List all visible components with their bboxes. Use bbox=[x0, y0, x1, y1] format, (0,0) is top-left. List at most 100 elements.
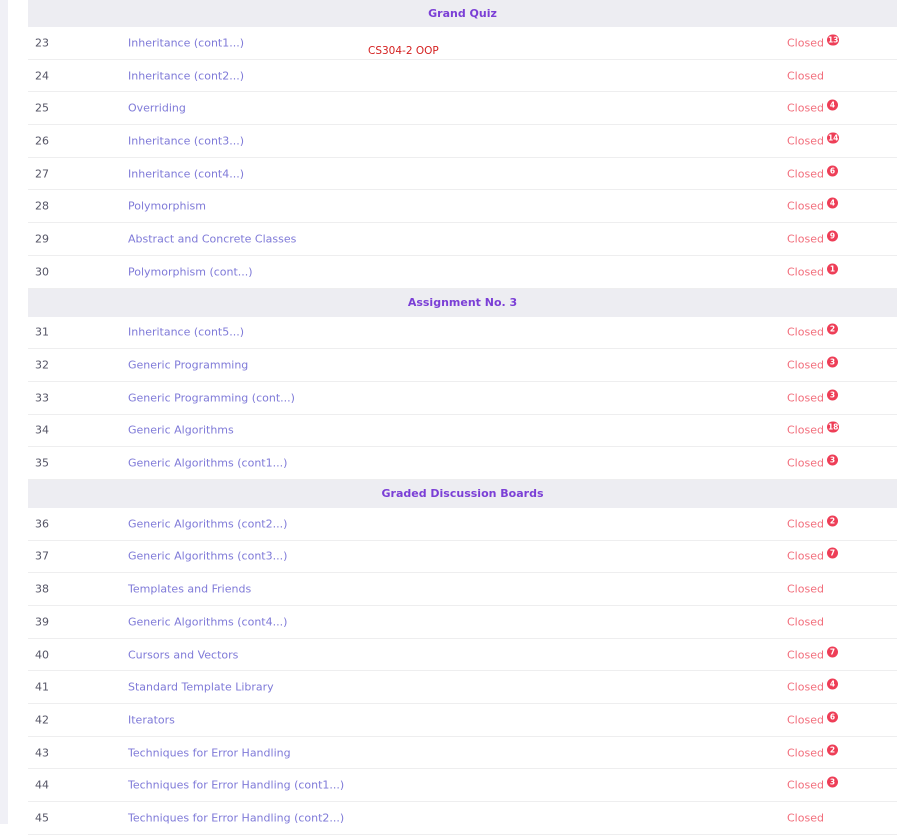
lesson-number: 34 bbox=[35, 423, 49, 437]
status-text: Closed bbox=[787, 199, 824, 213]
lesson-number: 30 bbox=[35, 265, 49, 279]
status-text: Closed bbox=[787, 615, 824, 629]
status-text: Closed bbox=[787, 713, 824, 727]
lesson-title-link[interactable]: Inheritance (cont2...) bbox=[128, 69, 244, 82]
notification-count-badge: 6 bbox=[826, 711, 838, 723]
lesson-title-link[interactable]: Techniques for Error Handling bbox=[128, 746, 291, 759]
lesson-title-link[interactable]: Iterators bbox=[128, 713, 175, 726]
lesson-number: 42 bbox=[35, 713, 49, 727]
status-text: Closed bbox=[787, 648, 824, 662]
lesson-title-link[interactable]: Generic Algorithms (cont4...) bbox=[128, 615, 287, 628]
lesson-title-link[interactable]: Polymorphism (cont...) bbox=[128, 265, 253, 278]
lesson-title-link[interactable]: Cursors and Vectors bbox=[128, 648, 238, 661]
notification-count-badge: 7 bbox=[826, 547, 838, 559]
lesson-number: 43 bbox=[35, 746, 49, 760]
lesson-title-link[interactable]: Techniques for Error Handling (cont2...) bbox=[128, 811, 344, 824]
status-text: Closed bbox=[787, 746, 824, 760]
lesson-status: Closed 7 bbox=[787, 646, 838, 662]
lesson-number: 24 bbox=[35, 69, 49, 83]
lesson-status: Closed bbox=[787, 615, 824, 628]
lesson-status: Closed 2 bbox=[787, 515, 838, 530]
notification-count-badge: 4 bbox=[826, 197, 838, 209]
lesson-title-link[interactable]: Polymorphism bbox=[128, 200, 206, 213]
lesson-row: 30 Polymorphism (cont...) Closed 1 bbox=[28, 256, 897, 289]
lesson-status: Closed 4 bbox=[787, 99, 838, 115]
lesson-row: 36 Generic Algorithms (cont2...) Closed 2 bbox=[28, 508, 897, 541]
lesson-status: Closed 9 bbox=[787, 230, 838, 246]
lesson-row: 39 Generic Algorithms (cont4...) Closed bbox=[28, 606, 897, 639]
lesson-title-link[interactable]: Inheritance (cont3...) bbox=[128, 134, 244, 147]
lesson-status: Closed 14 bbox=[787, 132, 840, 147]
status-text: Closed bbox=[787, 36, 824, 50]
notification-count-badge: 1 bbox=[826, 263, 838, 275]
lesson-title-link[interactable]: Generic Programming (cont...) bbox=[128, 391, 295, 404]
lesson-status: Closed 6 bbox=[787, 711, 838, 727]
lesson-number: 27 bbox=[35, 167, 49, 181]
lesson-status: Closed 4 bbox=[787, 197, 838, 213]
notification-count-badge: 3 bbox=[826, 454, 838, 466]
lesson-row: 29 Abstract and Concrete Classes Closed 9 bbox=[28, 223, 897, 256]
lesson-title-link[interactable]: Generic Algorithms (cont1...) bbox=[128, 457, 287, 470]
status-text: Closed bbox=[787, 265, 824, 279]
notification-count-badge: 18 bbox=[826, 421, 840, 433]
status-text: Closed bbox=[787, 232, 824, 246]
lesson-title-link[interactable]: Generic Algorithms (cont2...) bbox=[128, 517, 287, 530]
lesson-title-link[interactable]: Generic Algorithms bbox=[128, 424, 234, 437]
lesson-title-link[interactable]: Generic Algorithms (cont3...) bbox=[128, 550, 287, 563]
lesson-status: Closed 18 bbox=[787, 421, 840, 437]
notification-count-badge: 13 bbox=[826, 34, 840, 46]
lesson-status: Closed bbox=[787, 583, 824, 596]
lesson-number: 35 bbox=[35, 456, 49, 470]
lesson-number: 26 bbox=[35, 134, 49, 148]
lesson-status: Closed bbox=[787, 811, 824, 824]
lesson-status: Closed 1 bbox=[787, 263, 838, 279]
status-text: Closed bbox=[787, 69, 824, 83]
lesson-row: 33 Generic Programming (cont...) Closed 3 bbox=[28, 382, 897, 415]
lesson-number: 45 bbox=[35, 811, 49, 825]
lesson-title-link[interactable]: Overriding bbox=[128, 102, 186, 115]
lesson-row: 34 Generic Algorithms Closed 18 bbox=[28, 415, 897, 448]
status-text: Closed bbox=[787, 167, 824, 181]
lesson-row: 25 Overriding Closed 4 bbox=[28, 92, 897, 126]
course-tag: CS304-2 OOP bbox=[368, 45, 439, 57]
lesson-status: Closed bbox=[787, 69, 824, 82]
lesson-title-link[interactable]: Abstract and Concrete Classes bbox=[128, 232, 296, 245]
lesson-row: 41 Standard Template Library Closed 4 bbox=[28, 671, 897, 705]
status-text: Closed bbox=[787, 358, 824, 372]
lesson-title-link[interactable]: Inheritance (cont1...) bbox=[128, 36, 244, 49]
section-heading: Assignment No. 3 bbox=[28, 288, 897, 317]
notification-count-badge: 3 bbox=[826, 776, 838, 788]
lesson-number: 29 bbox=[35, 232, 49, 246]
lesson-row: 44 Techniques for Error Handling (cont1..… bbox=[28, 769, 897, 803]
notification-count-badge: 4 bbox=[826, 678, 838, 690]
left-rail bbox=[0, 0, 8, 824]
lesson-title-link[interactable]: Inheritance (cont5...) bbox=[128, 326, 244, 339]
status-text: Closed bbox=[787, 391, 824, 405]
lesson-row: 43 Techniques for Error Handling Closed 2 bbox=[28, 737, 897, 770]
lesson-row: 24 Inheritance (cont2...) Closed bbox=[28, 60, 897, 93]
lesson-number: 33 bbox=[35, 391, 49, 405]
lesson-status: Closed 3 bbox=[787, 356, 838, 372]
notification-count-badge: 4 bbox=[826, 99, 838, 111]
lesson-status: Closed 7 bbox=[787, 547, 838, 563]
lesson-title-link[interactable]: Generic Programming bbox=[128, 359, 248, 372]
notification-count-badge: 6 bbox=[826, 165, 838, 177]
lesson-title-link[interactable]: Techniques for Error Handling (cont1...) bbox=[128, 779, 344, 792]
lesson-status: Closed 3 bbox=[787, 776, 838, 792]
lesson-title-link[interactable]: Templates and Friends bbox=[128, 583, 251, 596]
lesson-title-link[interactable]: Inheritance (cont4...) bbox=[128, 167, 244, 180]
lesson-row: 31 Inheritance (cont5...) Closed 2 bbox=[28, 317, 897, 350]
lesson-status: Closed 2 bbox=[787, 323, 838, 339]
lesson-row: 40 Cursors and Vectors Closed 7 bbox=[28, 639, 897, 672]
status-text: Closed bbox=[787, 325, 824, 339]
lesson-status: Closed 3 bbox=[787, 389, 838, 405]
lesson-row: 27 Inheritance (cont4...) Closed 6 bbox=[28, 158, 897, 191]
lesson-title-link[interactable]: Standard Template Library bbox=[128, 681, 274, 694]
notification-count-badge: 3 bbox=[826, 389, 838, 401]
lesson-row: 23 Inheritance (cont1...) Closed 13 bbox=[28, 27, 897, 60]
lesson-row: 37 Generic Algorithms (cont3...) Closed 7 bbox=[28, 541, 897, 574]
lesson-table: Grand Quiz 23 Inheritance (cont1...) Closed… bbox=[28, 0, 897, 835]
notification-count-badge: 2 bbox=[826, 515, 838, 527]
notification-count-badge: 2 bbox=[826, 744, 838, 756]
lesson-row: 35 Generic Algorithms (cont1...) Closed 3 bbox=[28, 447, 897, 480]
